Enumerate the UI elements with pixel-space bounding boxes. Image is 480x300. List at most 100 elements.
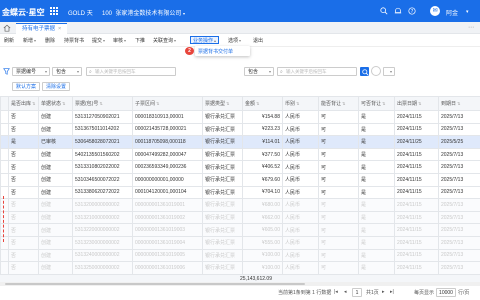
options-button[interactable]: 选项▾ bbox=[228, 37, 241, 44]
search-button[interactable] bbox=[360, 67, 369, 76]
sort-icon[interactable]: ⇅ bbox=[99, 101, 102, 106]
table-row[interactable]: 是已审核 5306458028072021 000118705098,000118 银… bbox=[0, 135, 480, 149]
table-cell[interactable]: 5313200000000002 bbox=[72, 198, 133, 212]
sort-icon[interactable]: ⇅ bbox=[418, 101, 421, 106]
table-row[interactable]: 否创建 5313250000000002 000000001361019006 银行承… bbox=[0, 261, 480, 275]
table-cell[interactable]: 5313310802022002 bbox=[72, 160, 133, 174]
sort-icon[interactable]: ⇅ bbox=[62, 101, 65, 106]
first-page-icon[interactable]: |◂ bbox=[334, 289, 338, 295]
bell-icon[interactable] bbox=[394, 7, 402, 15]
menu-item-endorse-delivery[interactable]: 票据背书交付单 bbox=[198, 48, 233, 55]
chevron-down-icon[interactable]: ▾ bbox=[466, 9, 469, 15]
column-header[interactable]: 到期日⇅ bbox=[438, 96, 480, 111]
new-button[interactable]: 新增▾ bbox=[23, 37, 36, 44]
column-header[interactable]: 票据(包)号⇅ bbox=[72, 96, 133, 111]
page-size-input[interactable]: 10000 bbox=[436, 288, 456, 297]
column-header[interactable]: 币别⇅ bbox=[282, 96, 319, 111]
table-cell[interactable]: 5313240000000002 bbox=[72, 248, 133, 263]
sort-icon[interactable]: ⇅ bbox=[457, 101, 460, 106]
last-page-icon[interactable]: ▸| bbox=[390, 289, 394, 295]
business-ops-button[interactable]: 业务操作▴ bbox=[190, 36, 220, 44]
audit-button[interactable]: 审核▾ bbox=[113, 37, 126, 44]
row-checkbox[interactable] bbox=[0, 135, 9, 149]
table-cell[interactable]: 5313220000000002 bbox=[72, 223, 133, 237]
table-cell[interactable]: 5313230000000002 bbox=[72, 235, 133, 250]
table-row[interactable]: 否创建 5402135501560202 000047499282,000047 银行… bbox=[0, 147, 480, 162]
table-cell[interactable]: 5310346500072022 bbox=[72, 172, 133, 187]
table-row[interactable]: 否创建 5310346500072022 000000000001,00000 银行承… bbox=[0, 172, 480, 187]
more-icon[interactable]: ⋯ bbox=[468, 24, 474, 31]
table-cell[interactable]: 5313210000000002 bbox=[72, 210, 133, 225]
table-row[interactable]: 否创建 5313200000000002 000000001361019001 银行承… bbox=[0, 198, 480, 212]
exit-button[interactable]: 退出 bbox=[253, 37, 263, 44]
row-checkbox[interactable] bbox=[0, 110, 9, 124]
search-icon[interactable] bbox=[380, 7, 388, 15]
row-checkbox[interactable] bbox=[0, 147, 9, 162]
row-checkbox[interactable] bbox=[0, 122, 9, 137]
table-row[interactable]: 否创建 5313210000000002 000000001361019002 银行承… bbox=[0, 210, 480, 225]
table-cell[interactable]: 5313127050902021 bbox=[72, 110, 133, 124]
sort-icon[interactable]: ⇅ bbox=[156, 101, 159, 106]
settings-icon[interactable] bbox=[371, 66, 381, 76]
table-cell[interactable]: 5306458028072021 bbox=[72, 135, 133, 149]
table-row[interactable]: 否创建 5313310802022002 000236593349,000236 银行… bbox=[0, 160, 480, 174]
help-icon[interactable]: ? bbox=[408, 7, 416, 15]
company-selector[interactable]: 100 张家港金数技术有限公司 ▾ bbox=[102, 8, 185, 17]
table-cell[interactable]: 5402135501560202 bbox=[72, 147, 133, 162]
refresh-button[interactable]: 刷新 bbox=[4, 37, 14, 44]
scrollbar-thumb[interactable] bbox=[5, 283, 305, 285]
select-all-checkbox[interactable] bbox=[0, 96, 9, 111]
table-row[interactable]: 否创建 5313675011014202 000021435728,000021 银行… bbox=[0, 122, 480, 137]
more-filter-select[interactable]: ▾ bbox=[383, 67, 395, 76]
sort-icon[interactable]: ⇅ bbox=[296, 101, 299, 106]
column-header[interactable]: 是否出库⇅ bbox=[8, 96, 39, 111]
column-header[interactable]: 出票日期⇅ bbox=[394, 96, 439, 111]
row-checkbox[interactable] bbox=[0, 160, 9, 174]
push-down-button[interactable]: 下推 bbox=[135, 37, 145, 44]
tab-held-e-bills[interactable]: 持有电子票据 × bbox=[16, 23, 68, 34]
column-header[interactable]: 子票区间⇅ bbox=[132, 96, 203, 111]
close-icon[interactable]: × bbox=[58, 26, 61, 32]
table-cell[interactable]: 5313675011014202 bbox=[72, 122, 133, 137]
submit-button[interactable]: 提交▾ bbox=[92, 37, 105, 44]
prev-page-icon[interactable]: ◂ bbox=[344, 289, 347, 295]
page-input[interactable]: 1 bbox=[352, 288, 362, 297]
row-checkbox[interactable] bbox=[0, 248, 9, 263]
filter-icon[interactable] bbox=[3, 68, 10, 75]
table-row[interactable]: 否创建 5313220000000002 000000001361019003 银行承… bbox=[0, 223, 480, 237]
sort-icon[interactable]: ⇅ bbox=[256, 101, 259, 106]
column-header[interactable]: 能否背让⇅ bbox=[318, 96, 359, 111]
search-input[interactable]: ⌕ 输入关键字后按回车 bbox=[86, 67, 176, 76]
avatar[interactable]: ✉ bbox=[430, 6, 440, 16]
column-header[interactable]: 可否背让⇅ bbox=[358, 96, 395, 111]
sort-icon[interactable]: ⇅ bbox=[382, 101, 385, 106]
sort-icon[interactable]: ⇅ bbox=[32, 101, 35, 106]
table-cell[interactable]: 5313380620272022 bbox=[72, 185, 133, 200]
org-selector[interactable]: GOLD 天 bbox=[68, 8, 93, 17]
next-page-icon[interactable]: ▸ bbox=[382, 289, 385, 295]
endorse-button[interactable]: 持票背书 bbox=[64, 37, 84, 44]
field-select[interactable]: 票据编号 ▾ bbox=[12, 67, 50, 76]
home-icon[interactable] bbox=[3, 24, 11, 32]
clear-settings-button[interactable]: 清除设置 bbox=[42, 82, 71, 91]
column-header[interactable]: 票据类型⇅ bbox=[202, 96, 243, 111]
row-checkbox[interactable] bbox=[0, 261, 9, 275]
sort-icon[interactable]: ⇅ bbox=[226, 101, 229, 106]
column-header[interactable]: 单据状态⇅ bbox=[38, 96, 73, 111]
delete-button[interactable]: 删除 bbox=[45, 37, 55, 44]
user-name[interactable]: 阿金 bbox=[446, 8, 458, 17]
row-checkbox[interactable] bbox=[0, 172, 9, 187]
table-row[interactable]: 否创建 5313240000000002 000000001361019005 银行承… bbox=[0, 248, 480, 263]
table-row[interactable]: 否创建 5313230000000002 000000001361019004 银行承… bbox=[0, 235, 480, 250]
table-row[interactable]: 否创建 5313380620272022 000104120001,000104 银行… bbox=[0, 185, 480, 200]
related-query-button[interactable]: 关联查询▾ bbox=[153, 37, 176, 44]
app-grid-icon[interactable] bbox=[50, 7, 58, 15]
table-row[interactable]: 否创建 5313127050902021 000018310913,00001 银行承… bbox=[0, 110, 480, 124]
default-scheme-button[interactable]: 默认方案 bbox=[12, 82, 41, 91]
operator-select-2[interactable]: 包含 ▾ bbox=[244, 67, 274, 76]
operator-select[interactable]: 包含 ▾ bbox=[52, 67, 82, 76]
table-cell[interactable]: 5313250000000002 bbox=[72, 261, 133, 275]
search-input-2[interactable]: ⌕ 输入关键字后按回车 bbox=[277, 67, 357, 76]
sort-icon[interactable]: ⇅ bbox=[342, 101, 345, 106]
column-header[interactable]: 金额⇅ bbox=[242, 96, 283, 111]
